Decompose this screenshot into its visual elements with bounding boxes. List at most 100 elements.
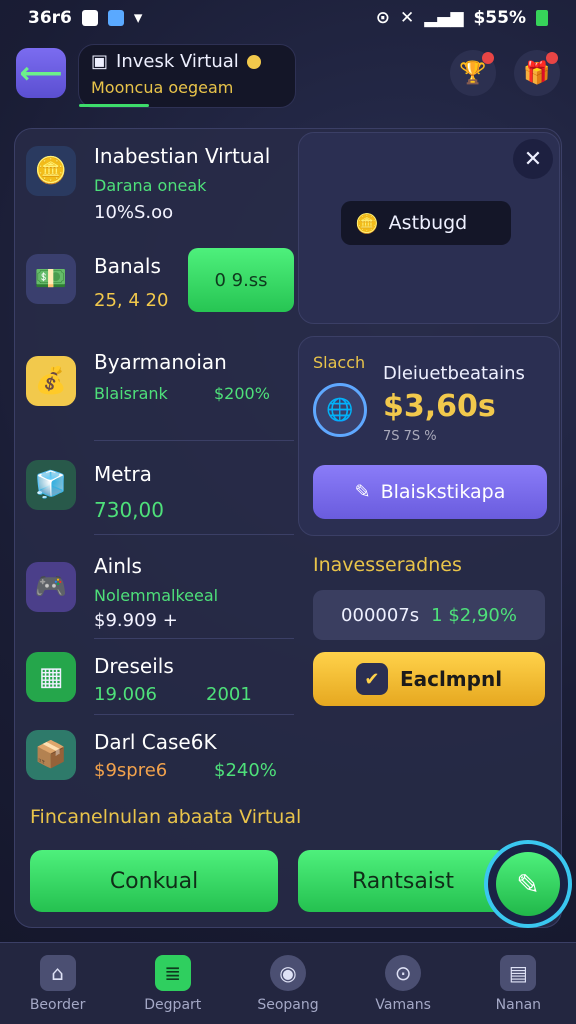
item-value: $9.909 + — [94, 610, 178, 631]
item-title: Inabestian Virtual — [94, 144, 271, 168]
promo-card: ✕ 🪙 Astbugd — [298, 132, 560, 324]
invest-field-value: 000007s — [341, 604, 420, 626]
nav-item-nanan[interactable]: ▤ Nanan — [468, 954, 568, 1013]
item-subtitle: Darana oneak — [94, 176, 207, 195]
back-button[interactable]: ⟵ — [16, 48, 66, 98]
promo-chip-label: Astbugd — [388, 212, 468, 234]
document-pen-icon: ✎ — [354, 481, 371, 503]
palette-icon: ◉ — [269, 954, 306, 991]
lock-icon: ⊙ — [385, 954, 422, 991]
close-icon: ✕ — [523, 146, 543, 172]
notification-icon — [81, 10, 98, 26]
notification-dot — [482, 52, 494, 64]
edit-fab[interactable]: ✎ — [484, 840, 572, 928]
nav-label: Nanan — [495, 996, 542, 1013]
nav-label: Degpart — [144, 996, 202, 1013]
balance-action-label: Blaiskstikapa — [380, 481, 506, 503]
gift-icon: 🎁 — [523, 60, 551, 86]
cubes-icon: 🧊 — [26, 460, 76, 510]
invest-button-label: Eaclmpnl — [399, 667, 503, 691]
gamepad-icon: 🎮 — [26, 562, 76, 612]
page-title: Invesk Virtual — [116, 51, 239, 72]
close-button[interactable]: ✕ — [513, 139, 553, 179]
invest-button[interactable]: ✔ Eaclmpnl — [313, 652, 545, 706]
item-title: Metra — [94, 462, 152, 486]
transfer-button-label: Rantsaist — [352, 868, 454, 894]
item-value: 25, 4 20 — [94, 290, 169, 311]
item-title: Byarmanoian — [94, 350, 227, 374]
status-time: 36r6 — [28, 8, 72, 28]
balance-card: Slacch 🌐 Dleiuetbeatains $3,60s 7S 7S % … — [298, 336, 560, 536]
item-percent: $200% — [214, 384, 270, 403]
item-title: Dreseils — [94, 654, 174, 678]
nav-label: Vamans — [375, 996, 431, 1013]
item-value-secondary: $240% — [214, 760, 277, 781]
globe-icon: 🌐 — [313, 383, 367, 437]
item-title: Banals — [94, 254, 161, 278]
home-icon: ⌂ — [39, 954, 76, 991]
more-notifications-icon: ▾ — [133, 8, 143, 28]
footer-note: Fincanelnulan abaata Virtual — [30, 806, 302, 828]
coin-icon — [246, 54, 261, 69]
crate-icon: 📦 — [26, 730, 76, 780]
document-icon: ≣ — [154, 954, 191, 991]
page-subtitle: Mooncua oegeam — [91, 78, 234, 97]
coin-icon: 🪙 — [355, 212, 379, 235]
invest-amount-field[interactable]: 000007s 1 $2,90% — [313, 590, 545, 640]
nav-item-home[interactable]: ⌂ Beorder — [8, 954, 108, 1013]
title-accent-bar — [79, 104, 149, 107]
bottom-nav: ⌂ Beorder ≣ Degpart ◉ Seopang ⊙ Vamans ▤… — [0, 942, 576, 1024]
wallet-icon: ▣ — [91, 51, 109, 72]
alarm-icon: ⊙ — [375, 8, 390, 28]
item-subtitle: Nolemmalkeeal — [94, 586, 219, 605]
coin-stack-icon: 🪙 — [26, 146, 76, 196]
signal-icon: ▂▄▆ — [424, 8, 464, 28]
green-box-icon: ▦ — [26, 652, 76, 702]
invest-label: Inavesseradnes — [313, 554, 462, 576]
cash-box-icon: 💰 — [26, 356, 76, 406]
nav-item-vamans[interactable]: ⊙ Vamans — [353, 954, 453, 1013]
item-value-secondary: 2001 — [206, 684, 252, 705]
divider — [94, 714, 294, 715]
nav-label: Seopang — [257, 996, 319, 1013]
app-header: ⟵ ▣ Invesk Virtual Mooncua oegeam 🏆 🎁 — [0, 42, 576, 112]
item-title: Ainls — [94, 554, 142, 578]
gifts-button[interactable]: 🎁 — [514, 50, 560, 96]
balance-title: Dleiuetbeatains — [383, 363, 525, 384]
item-subtitle: Blaisrank — [94, 384, 168, 403]
balance-label: Slacch — [313, 353, 366, 372]
consult-button-label: Conkual — [109, 868, 199, 894]
invest-field-percent: 1 $2,90% — [431, 604, 517, 626]
notification-dot — [546, 52, 558, 64]
briefcase-icon: ▤ — [500, 954, 537, 991]
pencil-icon: ✎ — [496, 852, 560, 916]
item-value: 19.006 — [94, 684, 157, 705]
consult-button[interactable]: Conkual — [30, 850, 278, 912]
nav-item-seopang[interactable]: ◉ Seopang — [238, 954, 338, 1013]
item-title: Darl Case6K — [94, 730, 217, 754]
quick-value-button[interactable]: 0 9.ss — [188, 248, 294, 312]
back-arrow-icon: ⟵ — [19, 55, 63, 91]
battery-icon — [536, 10, 548, 26]
trophy-icon: 🏆 — [459, 60, 487, 86]
title-pill: ▣ Invesk Virtual Mooncua oegeam — [78, 44, 296, 108]
rewards-button[interactable]: 🏆 — [450, 50, 496, 96]
balance-action-button[interactable]: ✎ Blaiskstikapa — [313, 465, 547, 519]
quick-value-label: 0 9.ss — [214, 269, 268, 291]
balance-amount: $3,60s — [383, 389, 496, 424]
check-icon: ✔ — [355, 663, 388, 695]
item-value: 10%S.oo — [94, 202, 174, 223]
promo-chip[interactable]: 🪙 Astbugd — [341, 201, 511, 245]
status-bar: 36r6 ▾ ⊙ ✕ ▂▄▆ $55% — [0, 0, 576, 36]
nav-item-depart[interactable]: ≣ Degpart — [123, 954, 223, 1013]
money-box-icon: 💵 — [26, 254, 76, 304]
divider — [94, 440, 294, 441]
battery-text: $55% — [473, 8, 526, 28]
balance-note: 7S 7S % — [383, 429, 437, 444]
transfer-button[interactable]: Rantsaist — [298, 850, 508, 912]
item-value: $9spre6 — [94, 760, 168, 781]
mute-icon: ✕ — [399, 8, 415, 28]
app-notification-icon — [107, 10, 124, 26]
nav-label: Beorder — [29, 996, 86, 1013]
divider — [94, 638, 294, 639]
